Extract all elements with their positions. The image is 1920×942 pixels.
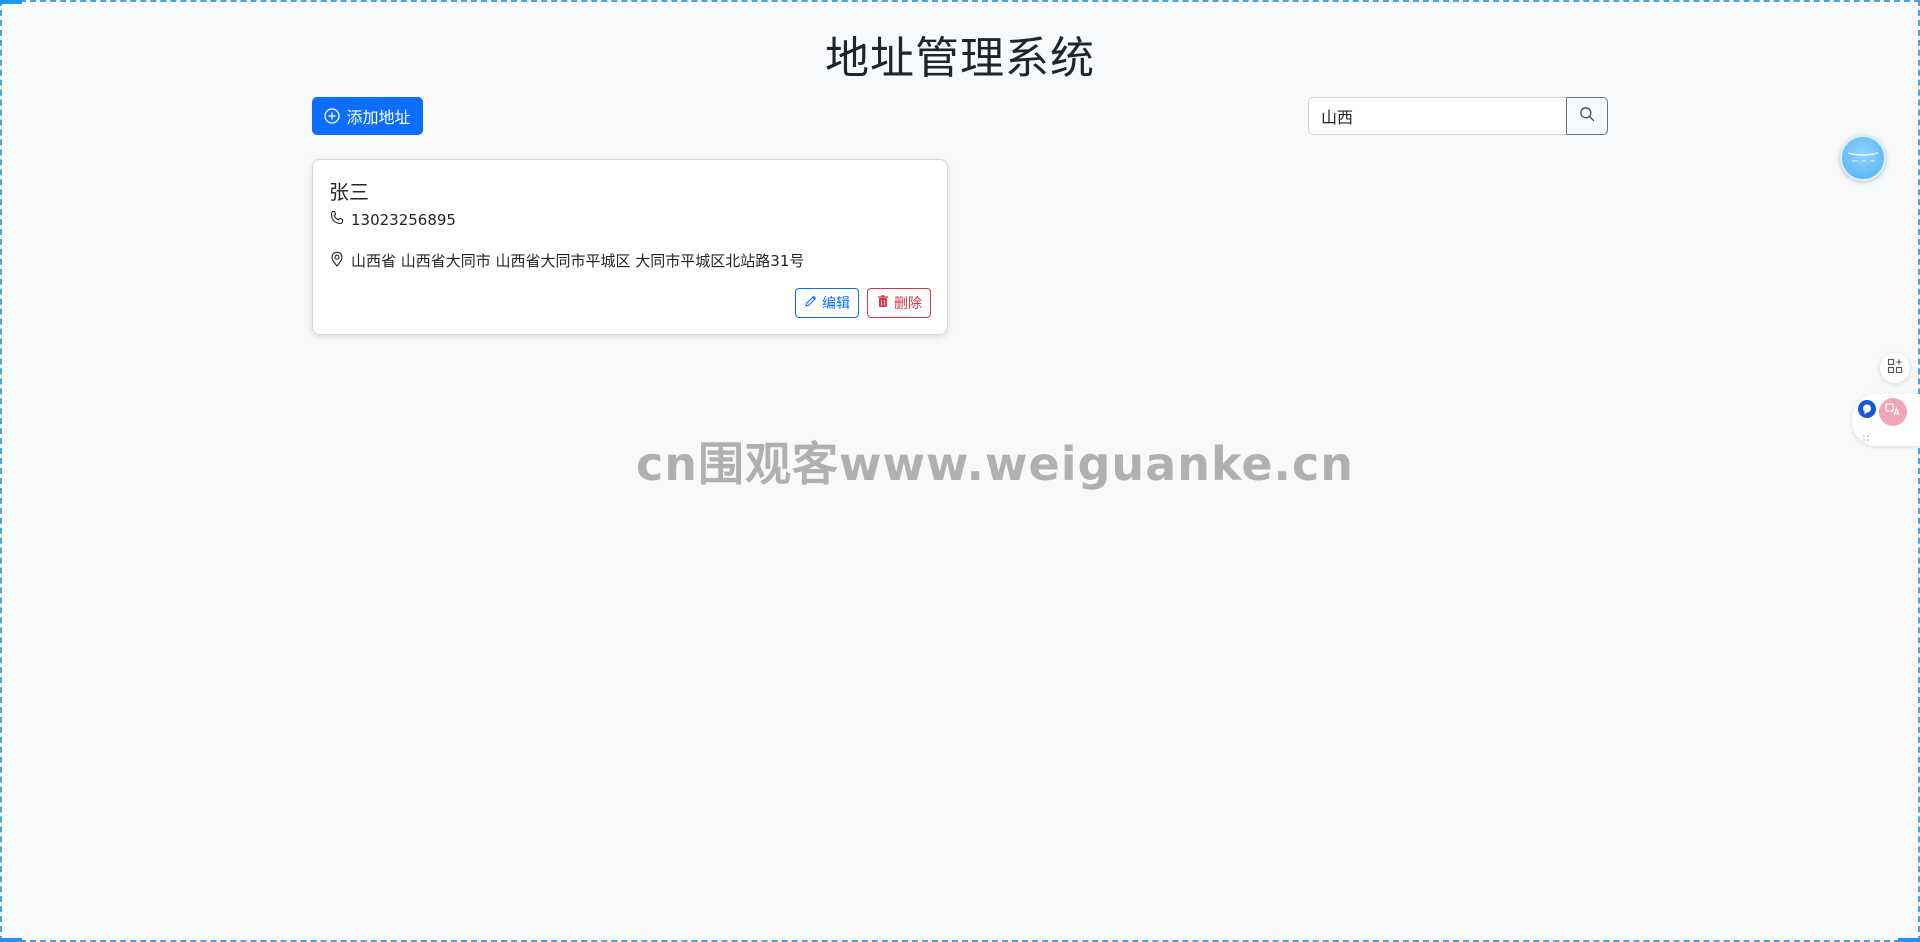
location-pin-icon <box>329 251 345 271</box>
chat-bubble-button[interactable] <box>1852 396 1882 426</box>
plus-circle-icon <box>324 108 341 124</box>
edit-label: 编辑 <box>822 296 850 312</box>
floating-assistant-ball[interactable] <box>1840 135 1886 181</box>
search-icon <box>1579 106 1595 126</box>
address-card: 张三 13023256895 山西省 山西省大同市 山西省大同市平城区 大同市平… <box>312 159 948 335</box>
pencil-icon <box>804 294 818 312</box>
drag-handle[interactable] <box>1856 428 1876 444</box>
add-address-label: 添加地址 <box>346 108 411 127</box>
trash-icon <box>876 294 890 312</box>
frame-corner-mark <box>0 938 22 942</box>
page-title: 地址管理系统 <box>825 33 1095 84</box>
translate-icon <box>1884 401 1902 423</box>
translate-button[interactable] <box>1879 398 1907 426</box>
apps-grid-button[interactable] <box>1880 353 1910 383</box>
contact-phone-row: 13023256895 <box>329 210 456 230</box>
search-button[interactable] <box>1566 97 1608 135</box>
delete-button[interactable]: 删除 <box>867 288 931 318</box>
watermark-text: cn围观客www.weiguanke.cn <box>636 437 1355 491</box>
search-input[interactable] <box>1308 97 1566 135</box>
search-bar <box>1308 97 1608 135</box>
add-address-button[interactable]: 添加地址 <box>312 97 423 135</box>
drag-dots-icon <box>1862 427 1870 446</box>
contact-phone: 13023256895 <box>351 211 456 229</box>
phone-icon <box>329 210 345 230</box>
frame-corner-mark <box>0 0 22 4</box>
frame-corner-mark <box>1898 938 1920 942</box>
apps-add-icon <box>1887 358 1903 378</box>
contact-address: 山西省 山西省大同市 山西省大同市平城区 大同市平城区北站路31号 <box>351 252 805 270</box>
contact-address-row: 山西省 山西省大同市 山西省大同市平城区 大同市平城区北站路31号 <box>329 250 804 271</box>
contact-name: 张三 <box>329 180 369 204</box>
assistant-ball-icon <box>1847 152 1879 162</box>
chat-bubble-icon <box>1857 399 1877 423</box>
edit-button[interactable]: 编辑 <box>795 288 859 318</box>
delete-label: 删除 <box>894 296 922 312</box>
